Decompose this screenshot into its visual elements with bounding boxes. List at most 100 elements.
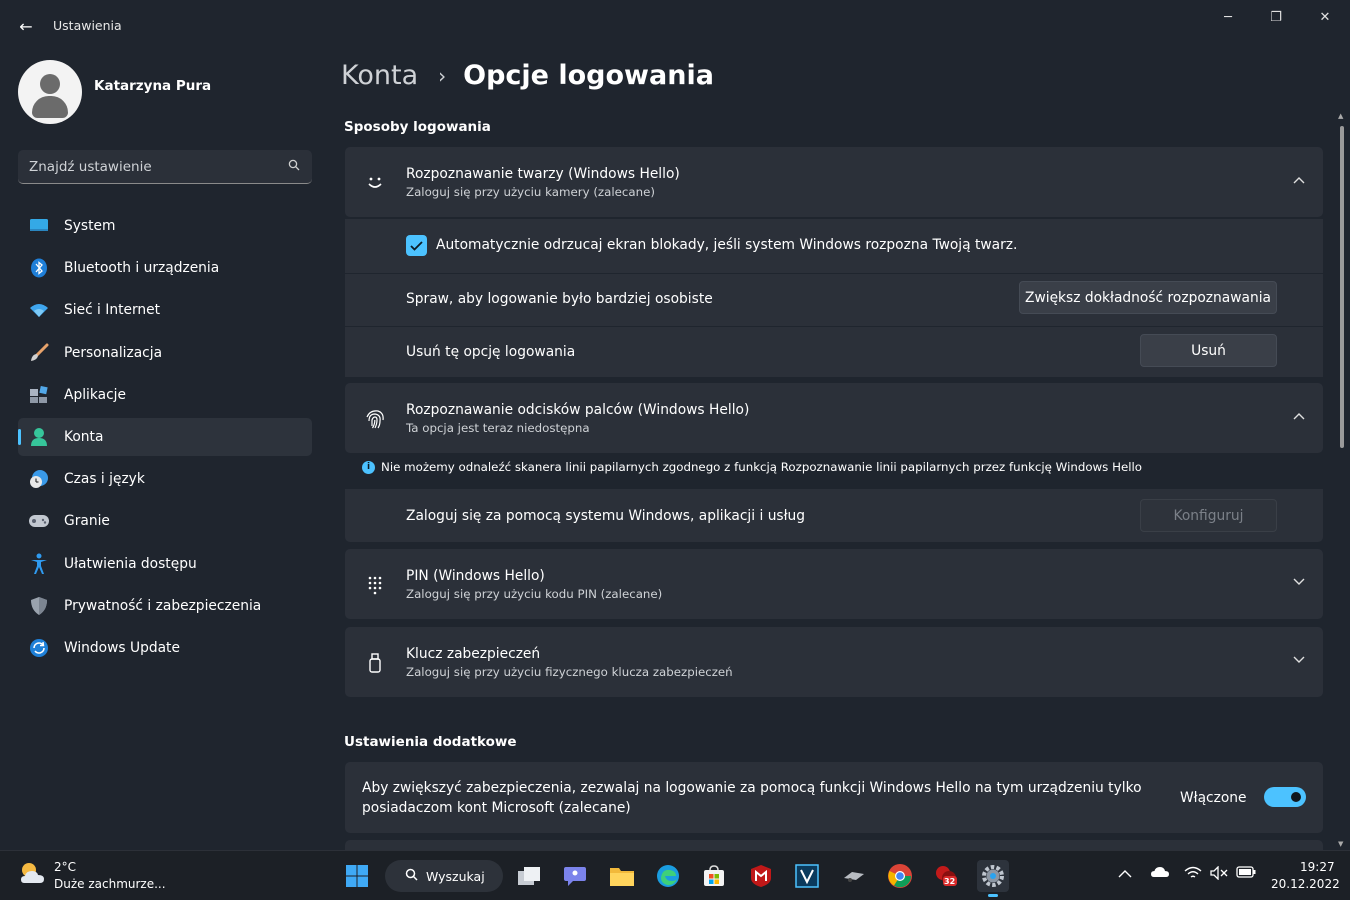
sidebar-item-network[interactable]: Sieć i Internet bbox=[18, 291, 312, 329]
battery-icon[interactable] bbox=[1236, 866, 1256, 882]
improve-recognition-button[interactable]: Zwiększ dokładność rozpoznawania bbox=[1019, 281, 1277, 314]
sidebar-item-apps[interactable]: Aplikacje bbox=[18, 376, 312, 414]
fingerprint-card[interactable]: Rozpoznawanie odcisków palców (Windows H… bbox=[345, 383, 1323, 453]
personal-label: Spraw, aby logowanie było bardziej osobi… bbox=[406, 291, 713, 307]
hello-only-text-line1: Aby zwiększyć zabezpieczenia, zezwalaj n… bbox=[362, 780, 1142, 796]
media-app-icon[interactable] bbox=[838, 860, 870, 892]
sidebar-item-label: Bluetooth i urządzenia bbox=[64, 260, 220, 277]
security-key-subtitle: Zaloguj się przy użyciu fizycznego klucz… bbox=[406, 665, 733, 679]
sidebar-item-label: Windows Update bbox=[64, 639, 180, 656]
chat-icon[interactable] bbox=[559, 860, 591, 892]
fingerprint-subtitle: Ta opcja jest teraz niedostępna bbox=[406, 421, 590, 435]
weather-widget[interactable] bbox=[18, 861, 48, 891]
search-icon bbox=[405, 868, 418, 885]
face-subtitle: Zaloguj się przy użyciu kamery (zalecane… bbox=[406, 185, 655, 199]
maximize-button[interactable]: ❐ bbox=[1253, 6, 1299, 28]
fingerprint-icon bbox=[363, 407, 387, 431]
v-app-icon[interactable] bbox=[791, 860, 823, 892]
restore-icon: ❐ bbox=[1270, 9, 1282, 25]
scroll-up-icon[interactable]: ▲ bbox=[1338, 112, 1343, 120]
wifi-icon[interactable] bbox=[1184, 866, 1202, 884]
title-bar: ← Ustawienia ─ ❐ ✕ bbox=[0, 0, 1350, 50]
chevron-up-icon[interactable] bbox=[1118, 866, 1132, 882]
fingerprint-signin-label: Zaloguj się za pomocą systemu Windows, a… bbox=[406, 508, 806, 524]
sidebar-item-time-language[interactable]: Czas i język bbox=[18, 460, 312, 498]
account-icon bbox=[28, 426, 50, 448]
face-recognition-card[interactable]: Rozpoznawanie twarzy (Windows Hello) Zal… bbox=[345, 147, 1323, 217]
chevron-down-icon[interactable] bbox=[1293, 653, 1305, 668]
chevron-up-icon[interactable] bbox=[1293, 409, 1305, 424]
active-app-indicator bbox=[988, 894, 998, 897]
clock-date[interactable]: 20.12.2022 bbox=[1271, 877, 1340, 891]
next-card-partial bbox=[345, 840, 1323, 850]
sidebar-item-system[interactable]: System bbox=[18, 207, 312, 245]
hello-only-toggle[interactable] bbox=[1264, 787, 1306, 807]
configure-button[interactable]: Konfiguruj bbox=[1140, 499, 1277, 532]
chevron-right-icon: › bbox=[438, 63, 447, 88]
scroll-down-icon[interactable]: ▼ bbox=[1338, 840, 1343, 848]
smile-face-icon bbox=[363, 171, 387, 195]
page-title: Opcje logowania bbox=[463, 60, 714, 91]
weather-description: Duże zachmurze... bbox=[54, 877, 166, 891]
sidebar-item-label: Prywatność i zabezpieczenia bbox=[64, 597, 262, 614]
pin-card[interactable]: PIN (Windows Hello) Zaloguj się przy uży… bbox=[345, 549, 1323, 619]
fingerprint-info-message: i Nie możemy odnaleźć skanera linii papi… bbox=[362, 460, 1142, 474]
sidebar-item-accounts[interactable]: Konta bbox=[18, 417, 312, 456]
sidebar-item-label: Granie bbox=[64, 513, 110, 530]
apps-icon bbox=[28, 384, 50, 406]
breadcrumb: Konta › Opcje logowania bbox=[341, 60, 714, 91]
sidebar-item-privacy[interactable]: Prywatność i zabezpieczenia bbox=[18, 587, 312, 625]
task-view-icon[interactable] bbox=[513, 860, 545, 892]
breadcrumb-parent[interactable]: Konta bbox=[341, 60, 418, 91]
windows-start-icon[interactable] bbox=[341, 860, 373, 892]
clock-time[interactable]: 19:27 bbox=[1300, 860, 1335, 874]
scroll-thumb[interactable] bbox=[1340, 126, 1344, 448]
avatar bbox=[18, 60, 82, 124]
fingerprint-signin-row: Zaloguj się za pomocą systemu Windows, a… bbox=[345, 489, 1323, 542]
settings-app-icon[interactable] bbox=[977, 860, 1009, 892]
pin-subtitle: Zaloguj się przy użyciu kodu PIN (zaleca… bbox=[406, 587, 663, 601]
arrow-left-icon: ← bbox=[19, 16, 33, 36]
taskbar: 2°C Duże zachmurze... Wyszukaj 32 19:27 … bbox=[0, 850, 1350, 900]
security-key-card[interactable]: Klucz zabezpieczeń Zaloguj się przy użyc… bbox=[345, 627, 1323, 697]
minimize-button[interactable]: ─ bbox=[1205, 6, 1251, 28]
section-title-ways: Sposoby logowania bbox=[344, 119, 491, 135]
chevron-up-icon[interactable] bbox=[1293, 173, 1305, 188]
wifi-icon bbox=[28, 299, 50, 321]
gamepad-icon bbox=[28, 510, 50, 532]
toggle-state-label: Włączone bbox=[1180, 790, 1247, 806]
edge-browser-icon[interactable] bbox=[652, 860, 684, 892]
sidebar-item-label: Aplikacje bbox=[64, 386, 126, 403]
volume-muted-icon[interactable] bbox=[1210, 865, 1228, 884]
close-icon: ✕ bbox=[1319, 9, 1331, 25]
monitor-icon bbox=[28, 215, 50, 237]
chevron-down-icon[interactable] bbox=[1293, 575, 1305, 590]
chrome-icon[interactable] bbox=[884, 860, 916, 892]
clock-globe-icon bbox=[28, 468, 50, 490]
file-explorer-icon[interactable] bbox=[606, 860, 638, 892]
search-icon[interactable] bbox=[288, 159, 300, 175]
remove-button[interactable]: Usuń bbox=[1140, 334, 1277, 367]
close-button[interactable]: ✕ bbox=[1302, 6, 1348, 28]
sidebar-item-label: Czas i język bbox=[64, 471, 145, 488]
sidebar-nav: System Bluetooth i urządzenia Sieć i Int… bbox=[18, 207, 312, 671]
notification-app-icon[interactable]: 32 bbox=[930, 860, 962, 892]
auto-dismiss-checkbox[interactable] bbox=[406, 235, 427, 256]
sidebar-item-bluetooth[interactable]: Bluetooth i urządzenia bbox=[18, 249, 312, 287]
search-input[interactable] bbox=[18, 158, 268, 175]
settings-search[interactable] bbox=[18, 150, 312, 184]
taskbar-search-button[interactable]: Wyszukaj bbox=[385, 860, 503, 892]
brush-icon bbox=[28, 342, 50, 364]
mcafee-icon[interactable] bbox=[745, 860, 777, 892]
settings-window: ← Ustawienia ─ ❐ ✕ Katarzyna Pura System bbox=[0, 0, 1350, 850]
back-button[interactable]: ← bbox=[12, 12, 40, 40]
sidebar-item-windows-update[interactable]: Windows Update bbox=[18, 629, 312, 667]
bluetooth-icon bbox=[28, 257, 50, 279]
face-expanded-panel: Automatycznie odrzucaj ekran blokady, je… bbox=[345, 219, 1323, 377]
sidebar-item-gaming[interactable]: Granie bbox=[18, 502, 312, 540]
main-scrollbar[interactable]: ▲ ▼ bbox=[1338, 112, 1346, 848]
store-icon[interactable] bbox=[698, 860, 730, 892]
onedrive-icon[interactable] bbox=[1150, 866, 1170, 882]
sidebar-item-accessibility[interactable]: Ułatwienia dostępu bbox=[18, 545, 312, 583]
sidebar-item-personalization[interactable]: Personalizacja bbox=[18, 334, 312, 372]
